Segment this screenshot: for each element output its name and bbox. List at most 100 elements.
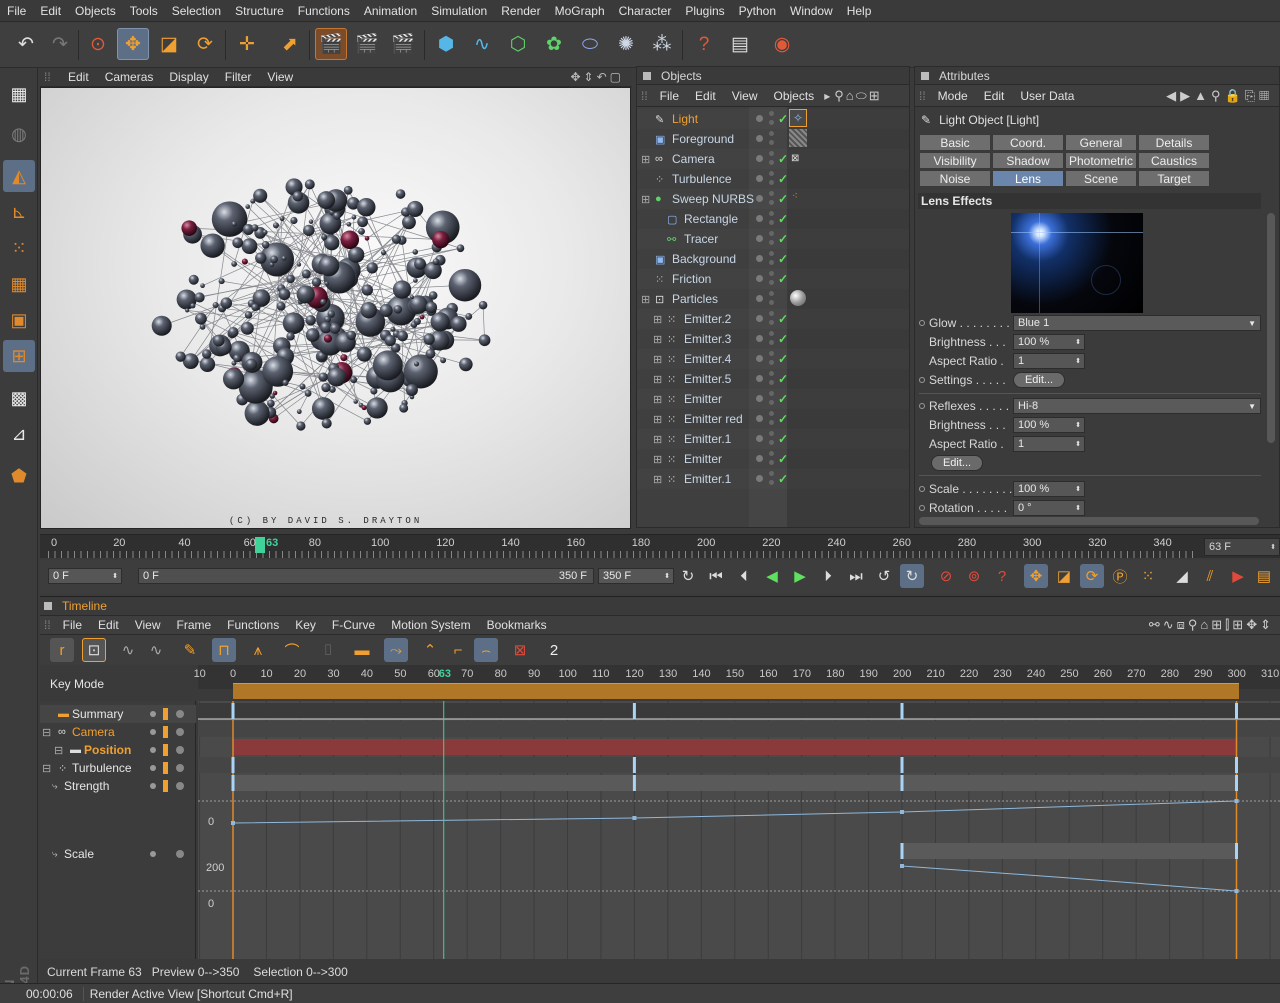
track-dot[interactable] <box>150 851 156 857</box>
preview-range-slider[interactable]: 0 F 350 F <box>138 568 594 584</box>
collapse-icon[interactable]: ⊟ <box>54 744 63 757</box>
collapse-icon[interactable]: ⊟ <box>42 726 51 739</box>
visibility-dot[interactable] <box>756 335 763 342</box>
double-key-icon[interactable]: 2 <box>542 638 566 662</box>
time-ruler[interactable]: 63 F ⬍ 0 20 40 60 80 100 120 140 160 180 200 220 240 2… <box>40 534 1280 558</box>
key-param-icon[interactable]: Ⓟ <box>1108 564 1132 588</box>
loop-mode-icon[interactable]: ↻ <box>900 564 924 588</box>
visibility-dot[interactable] <box>756 235 763 242</box>
timeline-nav-icons[interactable]: ⚯∿⧈⚲⌂⊞⫿⊞✥⇕ <box>1149 617 1280 633</box>
enabled-check[interactable]: ✓ <box>778 232 788 246</box>
preview-start-field[interactable]: 0 F ⬍ <box>48 568 122 584</box>
play-sound-icon[interactable]: ▶ <box>1226 564 1250 588</box>
curve-edit-icon[interactable]: ⤳ <box>384 638 408 662</box>
render-dot[interactable] <box>769 151 774 156</box>
track-row[interactable]: ▬ Summary <box>40 705 196 723</box>
timeline-menu-frame[interactable]: Frame <box>169 618 220 632</box>
play-backward-icon[interactable]: ◀ <box>760 564 784 588</box>
render-dot[interactable] <box>769 311 774 316</box>
track-lock-icon[interactable] <box>163 780 168 792</box>
timeline-menu-key[interactable]: Key <box>287 618 324 632</box>
render-settings-icon[interactable]: 🎬 <box>387 28 419 60</box>
scene-icon[interactable]: ✺ <box>610 28 642 60</box>
tab-visibility[interactable]: Visibility <box>919 152 991 169</box>
render-dot-2[interactable] <box>769 300 774 305</box>
texture-mode-icon[interactable]: ▩ <box>3 382 35 414</box>
object-row[interactable]: ⊞ ⊡ Particles <box>637 289 909 309</box>
axis-x-icon[interactable]: ✛ <box>231 28 263 60</box>
object-row[interactable]: ⊞ ⁙ Emitter.5 ✓ <box>637 369 909 389</box>
workplane-icon[interactable]: ⊿ <box>3 418 35 450</box>
key-mode-icon[interactable]: r <box>50 638 74 662</box>
tab-general[interactable]: General <box>1065 134 1137 151</box>
visibility-dot[interactable] <box>756 295 763 302</box>
render-dot-2[interactable] <box>769 120 774 125</box>
expand-icon[interactable]: ⊞ <box>653 433 662 446</box>
redo-icon[interactable]: ↷ <box>44 28 76 60</box>
object-row[interactable]: ⊞ ● Sweep NURBS ✓ <box>637 189 909 209</box>
magnet-icon[interactable]: ⊓ <box>212 638 236 662</box>
track-row[interactable]: ⤷ Strength <box>40 777 196 795</box>
next-key-icon[interactable]: ⏵ <box>816 564 840 588</box>
tab-details[interactable]: Details <box>1138 134 1210 151</box>
render-dot[interactable] <box>769 331 774 336</box>
prev-key-icon[interactable]: ⏴ <box>732 564 756 588</box>
render-dot-2[interactable] <box>769 480 774 485</box>
points-mode-icon[interactable]: ⁙ <box>3 232 35 264</box>
enabled-check[interactable]: ✓ <box>778 432 788 446</box>
enabled-check[interactable]: ✓ <box>778 452 788 466</box>
object-row[interactable]: ▣ Background ✓ <box>637 249 909 269</box>
script-icon[interactable]: ▤ <box>724 28 756 60</box>
expand-icon[interactable]: ⊞ <box>653 413 662 426</box>
track-solo-dot[interactable] <box>176 764 184 772</box>
track-row[interactable]: ⊟ ⁘ Turbulence <box>40 759 196 777</box>
spline-interp-icon[interactable]: ⌢ <box>474 638 498 662</box>
tab-caustics[interactable]: Caustics <box>1138 152 1210 169</box>
track-dot[interactable] <box>150 711 156 717</box>
visibility-dot[interactable] <box>756 155 763 162</box>
render-dot[interactable] <box>769 351 774 356</box>
render-dot[interactable] <box>769 471 774 476</box>
coordinate-system-icon[interactable]: ⬈ <box>274 28 306 60</box>
timeline-menu-motion-system[interactable]: Motion System <box>383 618 478 632</box>
menu-functions[interactable]: Functions <box>291 4 357 18</box>
render-dot[interactable] <box>769 251 774 256</box>
help-icon[interactable]: ? <box>688 28 720 60</box>
track-lock-icon[interactable] <box>163 762 168 774</box>
timeline-menu-functions[interactable]: Functions <box>219 618 287 632</box>
reflex-aspect-field[interactable]: 1 ⬍ <box>1013 436 1085 452</box>
menu-objects[interactable]: Objects <box>68 4 123 18</box>
objects-toolbar-icons[interactable]: ⚲⌂⬭⊞ <box>832 88 883 104</box>
track-dot[interactable] <box>150 783 156 789</box>
visibility-dot[interactable] <box>756 115 763 122</box>
object-mode-icon[interactable]: ⊾ <box>3 196 35 228</box>
undo-icon[interactable]: ↶ <box>10 28 42 60</box>
attributes-scrollbar[interactable] <box>1267 213 1275 443</box>
track-row[interactable]: ⊟ ∞ Camera <box>40 723 196 741</box>
enabled-check[interactable]: ✓ <box>778 192 788 206</box>
go-to-end-icon[interactable]: ⏭ <box>844 564 868 588</box>
render-dot-2[interactable] <box>769 440 774 445</box>
expand-icon[interactable]: ⊞ <box>653 453 662 466</box>
timeline-menu-f-curve[interactable]: F-Curve <box>324 618 383 632</box>
attributes-menu-mode[interactable]: Mode <box>930 89 976 103</box>
object-row[interactable]: ▣ Foreground <box>637 129 909 149</box>
render-dot-2[interactable] <box>769 220 774 225</box>
render-dot-2[interactable] <box>769 240 774 245</box>
enabled-check[interactable]: ✓ <box>778 312 788 326</box>
render-dot[interactable] <box>769 291 774 296</box>
glow-edit-button[interactable]: Edit... <box>1013 372 1065 388</box>
render-picture-viewer-icon[interactable]: 🎬 <box>351 28 383 60</box>
timeline-menu-file[interactable]: File <box>55 618 90 632</box>
track-lock-icon[interactable] <box>163 726 168 738</box>
scale-field[interactable]: 100 % ⬍ <box>1013 481 1085 497</box>
enabled-check[interactable]: ✓ <box>778 332 788 346</box>
enabled-check[interactable]: ✓ <box>778 112 788 126</box>
enabled-check[interactable]: ✓ <box>778 412 788 426</box>
visibility-dot[interactable] <box>756 275 763 282</box>
track-solo-dot[interactable] <box>176 746 184 754</box>
enabled-check[interactable]: ✓ <box>778 212 788 226</box>
tab-basic[interactable]: Basic <box>919 134 991 151</box>
render-dot-2[interactable] <box>769 260 774 265</box>
key-scale-icon[interactable]: ◪ <box>1052 564 1076 588</box>
